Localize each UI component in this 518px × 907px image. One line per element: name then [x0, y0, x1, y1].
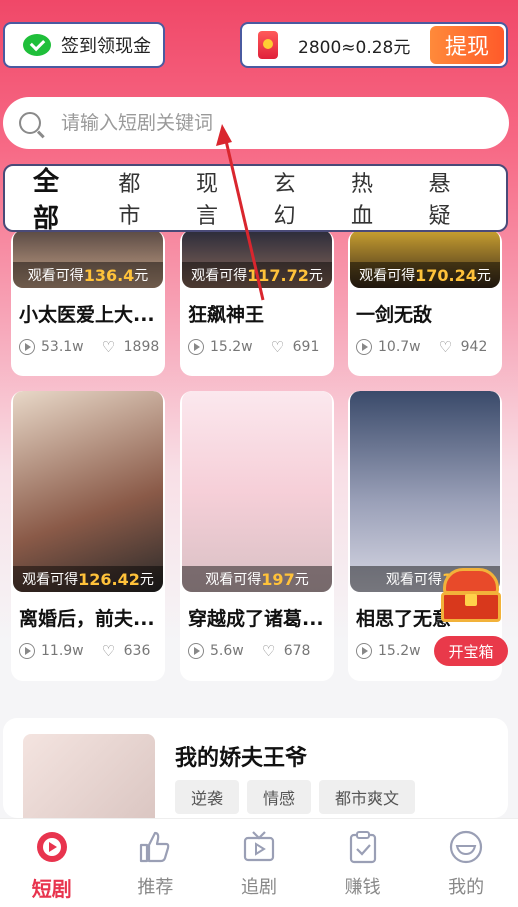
drama-cover: 观看可得 126.42 元 — [13, 391, 163, 592]
tab-city[interactable]: 都市 — [118, 166, 162, 230]
wechat-check-icon — [23, 34, 51, 56]
reward-badge: 观看可得 126.42 元 — [13, 566, 163, 592]
reward-badge: 观看可得 117.72 元 — [182, 262, 332, 288]
nav-recommend[interactable]: 推荐 — [104, 819, 208, 907]
category-tabs: 全部 都市 现言 玄幻 热血 悬疑 — [3, 161, 508, 235]
drama-title: 离婚后，前夫... — [19, 608, 155, 630]
featured-title: 我的娇夫王爷 — [175, 746, 308, 771]
drama-card[interactable]: 观看可得 170.24 元 一剑无敌 10.7w ♡ 942 — [348, 230, 502, 376]
featured-drama[interactable]: 我的娇夫王爷 逆袭 情感 都市爽文 — [3, 718, 508, 818]
play-count-icon — [188, 643, 204, 659]
play-count-icon — [188, 339, 204, 355]
tab-mystery[interactable]: 悬疑 — [428, 166, 472, 230]
nav-label: 短剧 — [31, 877, 72, 901]
wallet-bar: 2800≈0.28元 提现 — [240, 22, 508, 68]
tab-romance[interactable]: 现言 — [196, 166, 240, 230]
smiley-icon — [450, 830, 483, 864]
treasure-chest-icon[interactable] — [437, 568, 503, 628]
like-icon: ♡ — [101, 338, 116, 356]
drama-card[interactable]: 观看可得 117.72 元 狂飙神王 15.2w ♡ 691 — [180, 230, 334, 376]
drama-stats: 10.7w ♡ 942 — [348, 327, 502, 355]
tab-all[interactable]: 全部 — [33, 161, 84, 235]
checkin-label: 签到领现金 — [61, 36, 151, 57]
drama-stats: 5.6w ♡ 678 — [180, 631, 334, 659]
drama-title: 狂飙神王 — [188, 304, 265, 326]
bottom-nav: 短剧 推荐 追剧 赚钱 我的 — [0, 818, 518, 907]
drama-stats: 11.9w ♡ 636 — [11, 631, 165, 659]
like-icon: ♡ — [261, 642, 276, 660]
drama-title: 小太医爱上大... — [19, 304, 155, 326]
coin-balance: 2800≈0.28元 — [298, 37, 411, 58]
nav-label: 推荐 — [137, 877, 174, 898]
search-bar[interactable] — [3, 97, 509, 149]
drama-title: 穿越成了诸葛... — [188, 608, 324, 630]
reward-badge: 观看可得 136.4 元 — [13, 262, 163, 288]
reward-badge: 观看可得 197 元 — [182, 566, 332, 592]
drama-cover: 观看可得 197 元 — [182, 391, 332, 592]
drama-title: 一剑无敌 — [356, 304, 433, 326]
play-count-icon — [356, 339, 372, 355]
drama-cover: 观看可得 136.4 元 — [13, 230, 163, 288]
like-icon: ♡ — [438, 338, 453, 356]
drama-card[interactable]: 观看可得 197 元 穿越成了诸葛... 5.6w ♡ 678 — [180, 391, 334, 681]
withdraw-button[interactable]: 提现 — [430, 26, 504, 64]
drama-stats: 53.1w ♡ 1898 — [11, 327, 165, 355]
tag: 都市爽文 — [319, 780, 416, 814]
nav-follow[interactable]: 追剧 — [207, 819, 311, 907]
drama-cover: 观看可得 117.72 元 — [182, 230, 332, 288]
red-packet-icon — [258, 31, 278, 59]
featured-tags: 逆袭 情感 都市爽文 — [175, 780, 423, 814]
like-icon: ♡ — [270, 338, 285, 356]
nav-mine[interactable]: 我的 — [414, 819, 518, 907]
drama-stats: 15.2w ♡ 691 — [180, 327, 334, 355]
tab-action[interactable]: 热血 — [351, 166, 395, 230]
nav-earn[interactable]: 赚钱 — [311, 819, 415, 907]
drama-cover: 观看可得 170.24 元 — [350, 230, 500, 288]
drama-cover: 观看可得14 — [350, 391, 500, 592]
drama-card[interactable]: 观看可得 126.42 元 离婚后，前夫... 11.9w ♡ 636 — [11, 391, 165, 681]
open-treasure-button[interactable]: 开宝箱 — [434, 636, 508, 666]
short-drama-icon — [36, 832, 67, 862]
play-count-icon — [19, 339, 35, 355]
nav-short-drama[interactable]: 短剧 — [0, 819, 104, 907]
thumbs-up-icon — [140, 831, 170, 863]
play-count-icon — [19, 643, 35, 659]
tag: 情感 — [247, 780, 312, 814]
nav-label: 我的 — [448, 877, 485, 898]
drama-card[interactable]: 观看可得 136.4 元 小太医爱上大... 53.1w ♡ 1898 — [11, 230, 165, 376]
clipboard-check-icon — [349, 831, 376, 864]
featured-cover — [23, 734, 155, 818]
like-icon: ♡ — [101, 642, 116, 660]
checkin-button[interactable]: 签到领现金 — [3, 22, 165, 68]
tv-icon — [243, 831, 275, 862]
search-icon — [19, 112, 41, 134]
nav-label: 赚钱 — [344, 877, 381, 898]
reward-badge: 观看可得 170.24 元 — [350, 262, 500, 288]
nav-label: 追剧 — [240, 877, 277, 898]
tab-fantasy[interactable]: 玄幻 — [273, 166, 317, 230]
tag: 逆袭 — [175, 780, 240, 814]
search-input[interactable] — [61, 112, 461, 134]
play-count-icon — [356, 643, 372, 659]
